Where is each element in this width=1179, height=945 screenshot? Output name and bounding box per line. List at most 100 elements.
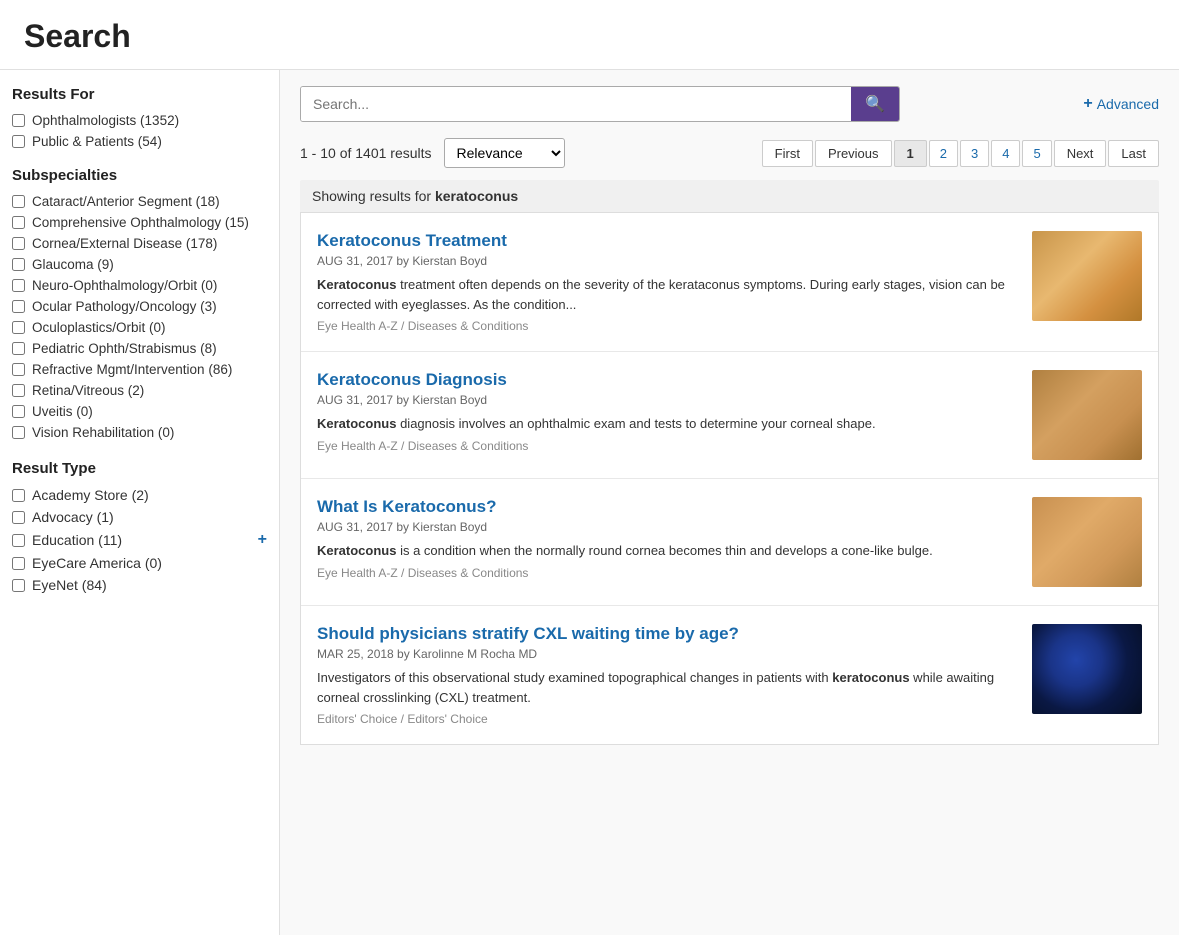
result-image-1 [1032,370,1142,460]
subspecialty-checkbox-pediatric[interactable] [12,342,25,355]
subspecialty-checkbox-ocular-path[interactable] [12,300,25,313]
result-description-0: Keratoconus treatment often depends on t… [317,275,1016,314]
page-btn-1[interactable]: 1 [894,140,927,167]
subspecialty-item: Comprehensive Ophthalmology (15) [12,215,267,230]
advanced-label: Advanced [1097,96,1159,112]
result-type-item: Advocacy (1) [12,509,267,525]
result-type-checkbox-education[interactable] [12,534,25,547]
result-description-1: Keratoconus diagnosis involves an ophtha… [317,414,1016,434]
subspecialty-checkbox-uveitis[interactable] [12,405,25,418]
previous-page-btn[interactable]: Previous [815,140,892,167]
result-type-label: Result Type [12,460,267,477]
result-category-1: Eye Health A-Z / Diseases & Conditions [317,439,1016,453]
result-type-item: Academy Store (2) [12,487,267,503]
result-category-2: Eye Health A-Z / Diseases & Conditions [317,566,1016,580]
subspecialty-label-refractive: Refractive Mgmt/Intervention (86) [32,362,232,377]
subspecialty-checkbox-vision-rehab[interactable] [12,426,25,439]
sort-select[interactable]: RelevanceDateTitle [444,138,565,168]
search-button[interactable]: 🔍 [851,87,899,121]
main-layout: Results For Ophthalmologists (1352) Publ… [0,70,1179,935]
subspecialty-label-glaucoma: Glaucoma (9) [32,257,114,272]
subspecialty-checkbox-glaucoma[interactable] [12,258,25,271]
page-btn-3[interactable]: 3 [960,140,989,167]
advanced-search-link[interactable]: + Advanced [1083,95,1159,113]
subspecialty-item: Ocular Pathology/Oncology (3) [12,299,267,314]
result-description-3: Investigators of this observational stud… [317,668,1016,707]
desc-rest: is a condition when the normally round c… [396,543,932,558]
result-item: Keratoconus Diagnosis AUG 31, 2017 by Ki… [301,352,1158,479]
result-title-0[interactable]: Keratoconus Treatment [317,231,1016,251]
result-meta-2: AUG 31, 2017 by Kierstan Boyd [317,520,1016,534]
result-type-label-eyenet: EyeNet (84) [32,577,107,593]
result-item: Keratoconus Treatment AUG 31, 2017 by Ki… [301,213,1158,352]
desc-rest: diagnosis involves an ophthalmic exam an… [396,416,875,431]
result-type-label-eyecare-america: EyeCare America (0) [32,555,162,571]
subspecialty-item: Cornea/External Disease (178) [12,236,267,251]
search-input[interactable]: keratoconus [301,87,851,121]
result-title-2[interactable]: What Is Keratoconus? [317,497,1016,517]
desc-prefix: Keratoconus [317,543,396,558]
subspecialty-label-vision-rehab: Vision Rehabilitation (0) [32,425,174,440]
results-count: 1 - 10 of 1401 results [300,145,432,161]
page-btn-4[interactable]: 4 [991,140,1020,167]
page-btn-2[interactable]: 2 [929,140,958,167]
subspecialty-item: Vision Rehabilitation (0) [12,425,267,440]
subspecialty-item: Refractive Mgmt/Intervention (86) [12,362,267,377]
result-title-1[interactable]: Keratoconus Diagnosis [317,370,1016,390]
filter-checkbox-public-patients[interactable] [12,135,25,148]
desc-prefix: Investigators of this observational stud… [317,670,832,685]
page-btn-5[interactable]: 5 [1022,140,1051,167]
sidebar-filter-item: Ophthalmologists (1352) [12,113,267,128]
next-page-btn[interactable]: Next [1054,140,1107,167]
result-type-checkbox-academy-store[interactable] [12,489,25,502]
search-input-wrapper: keratoconus 🔍 [300,86,900,122]
result-content-0: Keratoconus Treatment AUG 31, 2017 by Ki… [317,231,1016,333]
sidebar-result-types: Academy Store (2) Advocacy (1) Education… [12,487,267,593]
subspecialty-checkbox-cornea[interactable] [12,237,25,250]
sidebar-filters: Ophthalmologists (1352) Public & Patient… [12,113,267,149]
result-type-checkbox-advocacy[interactable] [12,511,25,524]
results-count-area: 1 - 10 of 1401 results RelevanceDateTitl… [300,138,565,168]
subspecialties-label: Subspecialties [12,167,267,184]
subspecialty-label-retina: Retina/Vitreous (2) [32,383,144,398]
subspecialty-checkbox-comprehensive[interactable] [12,216,25,229]
result-item: Should physicians stratify CXL waiting t… [301,606,1158,744]
result-type-label-education: Education (11) [32,532,122,548]
plus-icon: + [1083,95,1092,113]
page-header: Search [0,0,1179,70]
result-type-item: Education (11) + [12,531,267,549]
result-type-item: EyeNet (84) [12,577,267,593]
showing-banner: Showing results for keratoconus [300,180,1159,212]
subspecialty-label-cataract: Cataract/Anterior Segment (18) [32,194,220,209]
results-list: Keratoconus Treatment AUG 31, 2017 by Ki… [300,212,1159,745]
result-meta-3: MAR 25, 2018 by Karolinne M Rocha MD [317,647,1016,661]
sidebar: Results For Ophthalmologists (1352) Publ… [0,70,280,935]
result-type-checkbox-eyecare-america[interactable] [12,557,25,570]
filter-label-ophthalmologists: Ophthalmologists (1352) [32,113,179,128]
subspecialty-checkbox-cataract[interactable] [12,195,25,208]
last-page-btn[interactable]: Last [1108,140,1159,167]
result-item: What Is Keratoconus? AUG 31, 2017 by Kie… [301,479,1158,606]
sidebar-filter-item: Public & Patients (54) [12,134,267,149]
desc-prefix: Keratoconus [317,416,396,431]
result-image-0 [1032,231,1142,321]
subspecialty-item: Oculoplastics/Orbit (0) [12,320,267,335]
subspecialty-checkbox-neuro[interactable] [12,279,25,292]
subspecialty-checkbox-refractive[interactable] [12,363,25,376]
subspecialty-checkbox-retina[interactable] [12,384,25,397]
result-type-label-academy-store: Academy Store (2) [32,487,149,503]
expand-icon-education[interactable]: + [258,531,267,549]
result-content-3: Should physicians stratify CXL waiting t… [317,624,1016,726]
result-type-checkbox-eyenet[interactable] [12,579,25,592]
main-content: keratoconus 🔍 + Advanced 1 - 10 of 1401 … [280,70,1179,935]
result-description-2: Keratoconus is a condition when the norm… [317,541,1016,561]
result-title-3[interactable]: Should physicians stratify CXL waiting t… [317,624,1016,644]
first-page-btn[interactable]: First [762,140,813,167]
filter-checkbox-ophthalmologists[interactable] [12,114,25,127]
page-title: Search [24,18,1155,55]
showing-prefix: Showing results for [312,188,431,204]
search-icon: 🔍 [865,94,885,114]
subspecialty-checkbox-oculoplastics[interactable] [12,321,25,334]
result-content-1: Keratoconus Diagnosis AUG 31, 2017 by Ki… [317,370,1016,460]
page-numbers: 12345 [894,140,1052,167]
